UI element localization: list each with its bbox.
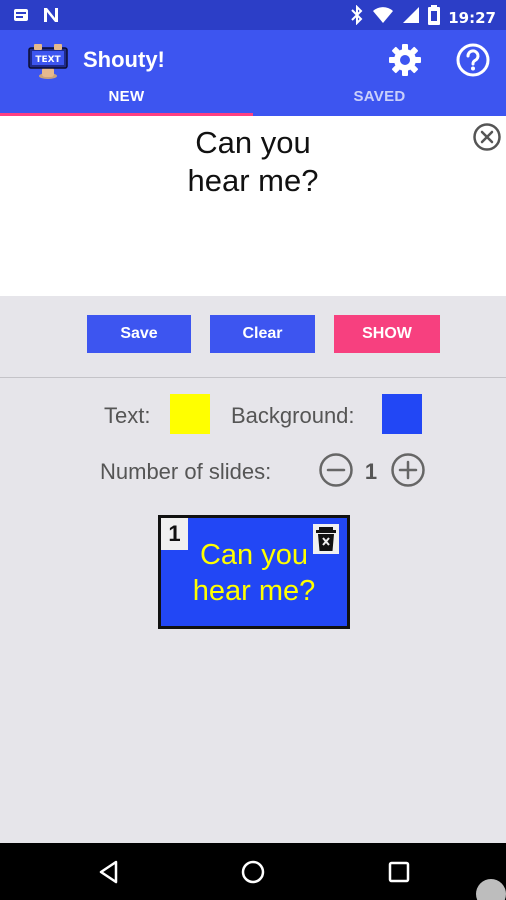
- home-icon[interactable]: [240, 859, 266, 885]
- wifi-icon: [372, 6, 394, 29]
- app-bar: TEXT Shouty! NEW SAVED: [0, 30, 506, 116]
- plus-icon[interactable]: [390, 452, 426, 488]
- navigation-bar: [0, 843, 506, 900]
- slide-thumbnail[interactable]: 1 Can you hear me?: [158, 515, 350, 629]
- text-input-area[interactable]: Can you hear me?: [0, 116, 506, 296]
- status-bar: 19:27: [0, 0, 506, 30]
- text-color-swatch[interactable]: [170, 394, 210, 434]
- notification-icon: [12, 6, 30, 29]
- slides-count-value: 1: [364, 459, 378, 484]
- app-title: Shouty!: [83, 47, 165, 72]
- minus-icon[interactable]: [318, 452, 354, 488]
- settings-gear-icon[interactable]: [387, 42, 423, 78]
- battery-icon: [428, 5, 441, 30]
- svg-text:TEXT: TEXT: [35, 55, 61, 65]
- background-color-label: Background:: [231, 403, 355, 428]
- text-input[interactable]: Can you hear me?: [80, 124, 426, 200]
- text-color-label: Text:: [104, 403, 151, 428]
- help-icon[interactable]: [455, 42, 491, 78]
- show-button[interactable]: SHOW: [334, 315, 440, 353]
- tab-new[interactable]: NEW: [0, 88, 253, 116]
- trash-icon[interactable]: [313, 524, 339, 554]
- back-icon[interactable]: [96, 859, 122, 885]
- clear-text-icon[interactable]: [472, 122, 502, 152]
- tab-saved[interactable]: SAVED: [253, 88, 506, 116]
- assistant-dot-icon[interactable]: [476, 879, 506, 900]
- slides-count-label: Number of slides:: [100, 459, 272, 484]
- app-logo: TEXT: [28, 43, 68, 79]
- clear-button[interactable]: Clear: [210, 315, 315, 353]
- recents-icon[interactable]: [387, 860, 411, 884]
- save-button[interactable]: Save: [87, 315, 191, 353]
- signal-icon: [402, 6, 420, 29]
- bluetooth-icon: [350, 4, 364, 30]
- status-time: 19:27: [448, 8, 496, 27]
- n-app-icon: [42, 6, 60, 29]
- divider: [0, 377, 506, 378]
- background-color-swatch[interactable]: [382, 394, 422, 434]
